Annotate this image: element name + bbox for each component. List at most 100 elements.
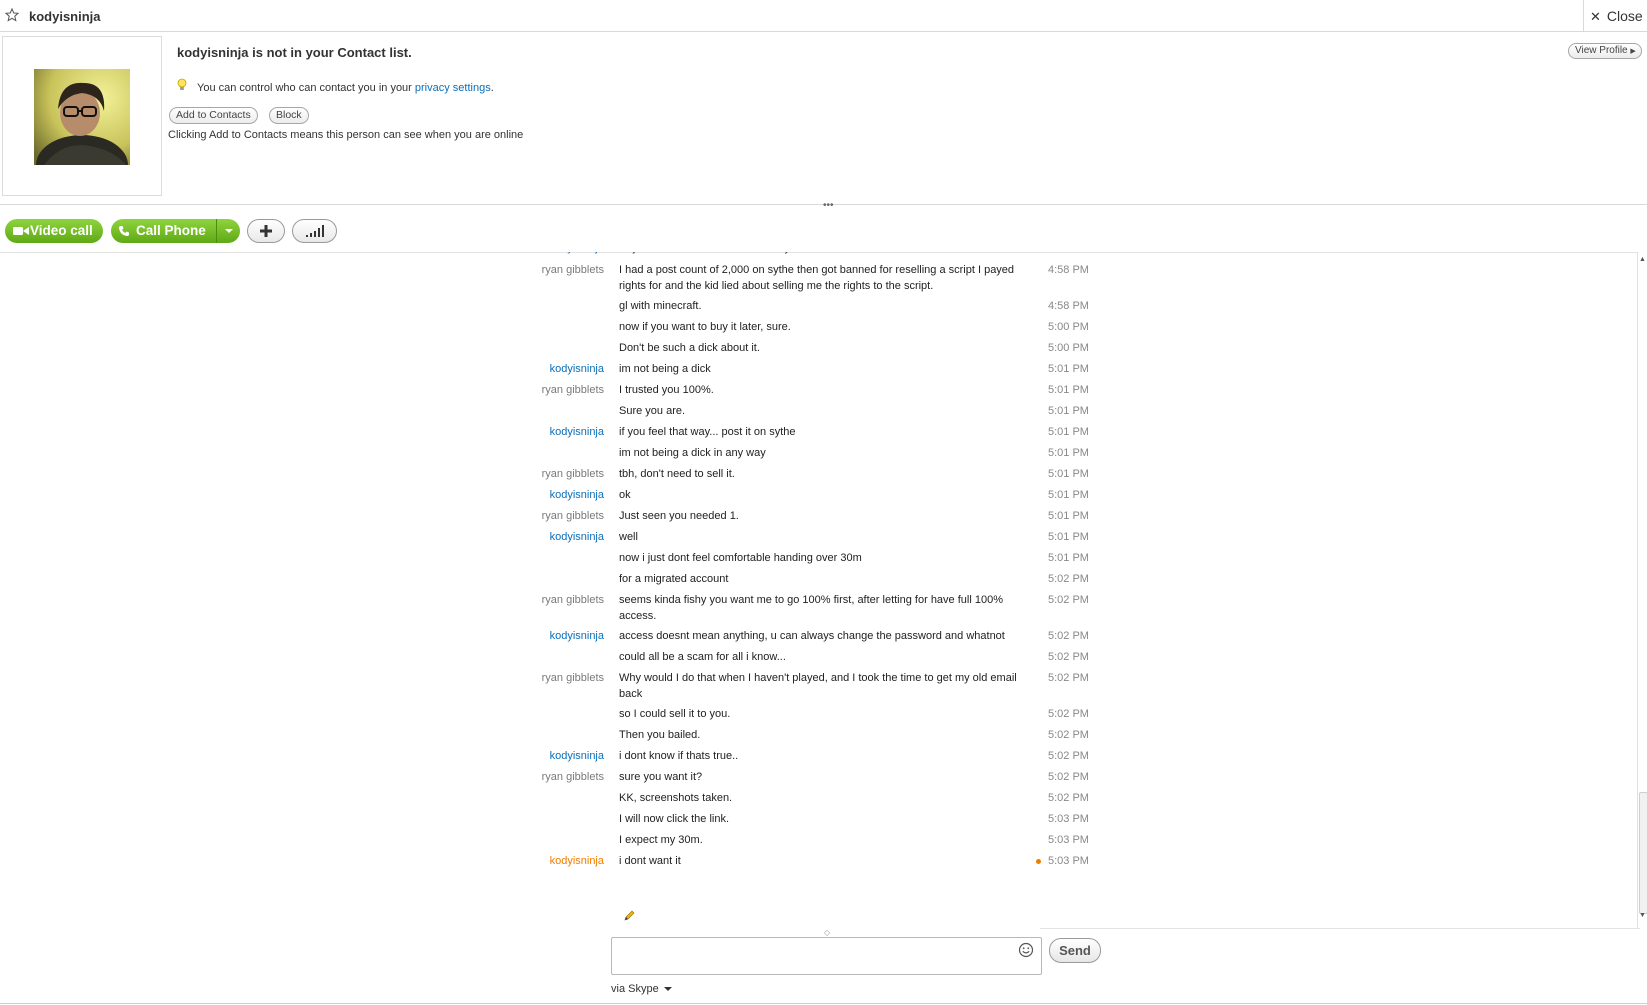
chevron-down-icon (225, 229, 233, 233)
message-time: 5:02 PM (1048, 792, 1089, 804)
chat-history[interactable]: kodyisninja its just ive been scammed so … (0, 252, 1647, 928)
message-time: 5:03 PM (1048, 813, 1089, 825)
message-sender[interactable]: ryan gibblets (542, 670, 604, 686)
message-time: 4:58 PM (1048, 264, 1089, 276)
message-text: seems kinda fishy you want me to go 100%… (619, 594, 1003, 622)
add-people-button[interactable] (247, 219, 285, 243)
message-text: so I could sell it to you. (619, 708, 731, 720)
message-sender[interactable]: kodyisninja (550, 487, 604, 503)
message-text: well (619, 531, 638, 543)
chevron-down-icon (663, 987, 672, 992)
view-profile-button[interactable]: View Profile ▶ (1568, 43, 1642, 59)
message-sender[interactable]: kodyisninja (550, 529, 604, 545)
arrow-right-icon: ▶ (1630, 48, 1636, 55)
call-phone-label: Call Phone (136, 223, 206, 238)
message-time: 5:02 PM (1048, 729, 1089, 741)
via-skype-dropdown[interactable]: via Skype (611, 983, 672, 995)
message-sender[interactable]: ryan gibblets (542, 769, 604, 785)
message-time: 4:58 PM (1048, 252, 1089, 256)
message-sender[interactable]: kodyisninja (550, 853, 604, 869)
message-time: 4:58 PM (1048, 300, 1089, 312)
typing-pencil-icon (623, 910, 635, 925)
message-time: 5:00 PM (1048, 321, 1089, 333)
message-time: 5:01 PM (1048, 552, 1089, 564)
star-icon[interactable] (5, 8, 19, 22)
message-time: 5:00 PM (1048, 342, 1089, 354)
call-options-dropdown[interactable] (216, 219, 240, 243)
message-input[interactable] (611, 937, 1042, 975)
close-button[interactable]: ✕ Close (1590, 8, 1643, 25)
message-time: 5:03 PM (1048, 834, 1089, 846)
message-text: i dont want it (619, 855, 681, 867)
call-phone-button[interactable]: Call Phone (111, 219, 218, 243)
via-skype-label: via Skype (611, 983, 659, 995)
message-sender[interactable]: kodyisninja (550, 424, 604, 440)
message-time: 5:02 PM (1048, 651, 1089, 663)
message-time: 5:01 PM (1048, 468, 1089, 480)
video-call-label: Video call (30, 223, 93, 238)
message-text: now if you want to buy it later, sure. (619, 321, 791, 333)
message-text: tbh, don't need to sell it. (619, 468, 735, 480)
message-text: Sure you are. (619, 405, 686, 417)
message-text: access doesnt mean anything, u can alway… (619, 630, 1005, 642)
message-text: for a migrated account (619, 573, 729, 585)
close-label: Close (1606, 8, 1643, 24)
add-to-contacts-button[interactable]: Add to Contacts (169, 107, 258, 124)
message-text: I will now click the link. (619, 813, 730, 825)
message-text: Just seen you needed 1. (619, 510, 739, 522)
message-sender[interactable]: ryan gibblets (542, 262, 604, 278)
composer-divider (1040, 928, 1640, 929)
avatar-frame (2, 36, 162, 196)
message-time: 5:01 PM (1048, 510, 1089, 522)
video-call-button[interactable]: Video call (5, 219, 103, 243)
message-sender[interactable]: ryan gibblets (542, 466, 604, 482)
scroll-down-icon[interactable]: ▼ (1639, 912, 1646, 919)
message-text: im not being a dick (619, 363, 711, 375)
avatar (34, 69, 130, 165)
message-time: 5:02 PM (1048, 594, 1089, 606)
message-text: now i just dont feel comfortable handing… (619, 552, 862, 564)
message-time: 5:01 PM (1048, 384, 1089, 396)
message-text: Don't be such a dick about it. (619, 342, 760, 354)
signal-bars-icon (306, 225, 324, 237)
message-sender[interactable]: ryan gibblets (542, 592, 604, 608)
privacy-settings-link[interactable]: privacy settings (415, 82, 491, 94)
window-title: kodyisninja (29, 9, 101, 24)
message-sender[interactable]: kodyisninja (550, 748, 604, 764)
close-icon: ✕ (1590, 9, 1601, 24)
message-text: I trusted you 100%. (619, 384, 714, 396)
message-text: Then you bailed. (619, 729, 701, 741)
title-divider (1583, 0, 1584, 31)
message-sender[interactable]: ryan gibblets (542, 382, 604, 398)
lightbulb-icon (177, 78, 189, 94)
message-time: 5:02 PM (1048, 630, 1089, 642)
message-time: 5:02 PM (1048, 750, 1089, 762)
message-sender[interactable]: kodyisninja (550, 628, 604, 644)
call-toolbar: Video call Call Phone (0, 212, 1647, 253)
message-text: sure you want it? (619, 771, 703, 783)
message-text: ok (619, 489, 631, 501)
view-profile-label: View Profile (1575, 45, 1628, 56)
video-camera-icon (13, 227, 29, 235)
message-sender[interactable]: ryan gibblets (542, 508, 604, 524)
message-text: I had a post count of 2,000 on sythe the… (619, 264, 1015, 292)
profile-panel: kodyisninja is not in your Contact list.… (0, 32, 1647, 204)
message-text: KK, screenshots taken. (619, 792, 733, 804)
message-text: gl with minecraft. (619, 300, 702, 312)
composer-resize-icon[interactable]: ◇ (824, 928, 830, 937)
emoticon-icon[interactable] (1018, 942, 1034, 958)
chat-scrollbar[interactable]: ▲ ▼ (1637, 252, 1647, 928)
scrollbar-thumb[interactable] (1639, 792, 1647, 914)
message-text: i dont know if thats true.. (619, 750, 739, 762)
splitter-grip-icon[interactable]: ••• (823, 200, 834, 211)
scroll-up-icon[interactable]: ▲ (1639, 256, 1646, 263)
block-button[interactable]: Block (269, 107, 309, 124)
message-sender[interactable]: kodyisninja (550, 252, 604, 256)
message-text: I expect my 30m. (619, 834, 703, 846)
send-button[interactable]: Send (1049, 938, 1101, 963)
message-time: 5:01 PM (1048, 531, 1089, 543)
message-sender[interactable]: kodyisninja (550, 361, 604, 377)
call-quality-button[interactable] (292, 219, 337, 243)
title-bar: kodyisninja ✕ Close (0, 0, 1647, 32)
message-time: 5:01 PM (1048, 405, 1089, 417)
